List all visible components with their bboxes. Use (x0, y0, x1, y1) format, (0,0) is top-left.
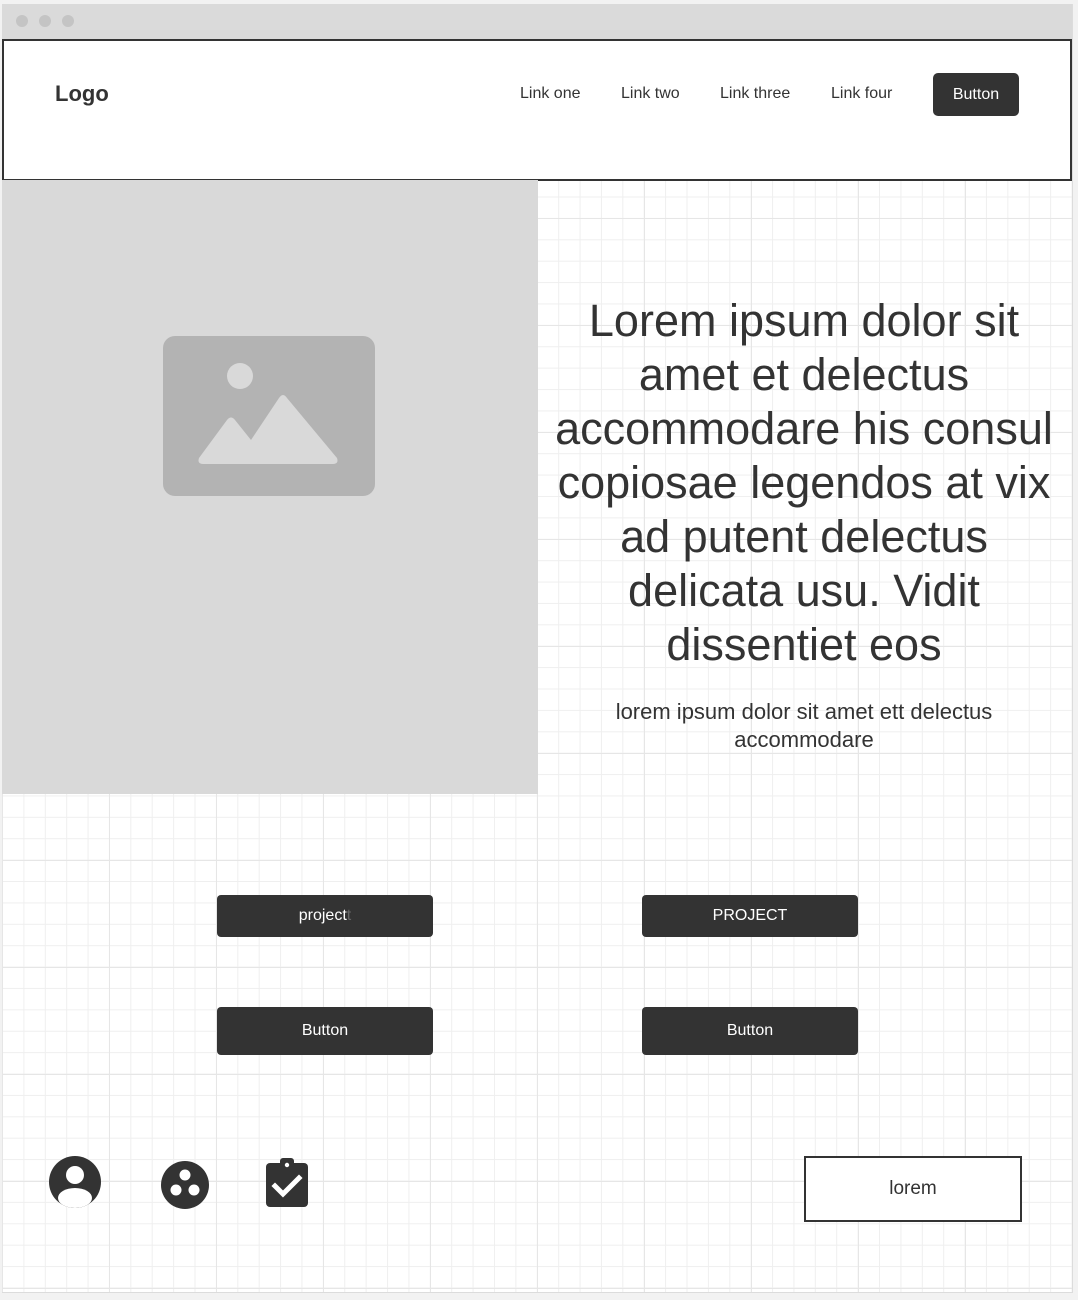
image-placeholder-icon (163, 336, 375, 496)
assignment-turned-in-icon[interactable] (264, 1157, 310, 1209)
nav-cta-button[interactable]: Button (933, 73, 1019, 116)
project-button-label: project (298, 907, 347, 924)
workspaces-icon[interactable] (160, 1160, 210, 1210)
lorem-outline-button[interactable]: lorem (804, 1156, 1022, 1222)
maximize-control-icon[interactable] (62, 15, 74, 27)
nav-link-four[interactable]: Link four (831, 85, 892, 103)
project-button-label-faint: t (346, 907, 352, 924)
account-circle-icon[interactable] (47, 1154, 103, 1210)
hero-image (2, 180, 538, 794)
navbar: Logo Link one Link two Link three Link f… (2, 39, 1072, 181)
project-button-lowercase[interactable]: project t (217, 895, 433, 937)
title-bar (2, 4, 1072, 40)
close-control-icon[interactable] (16, 15, 28, 27)
nav-link-two[interactable]: Link two (621, 85, 680, 103)
button-left[interactable]: Button (217, 1007, 433, 1055)
logo[interactable]: Logo (55, 81, 109, 107)
nav-link-three[interactable]: Link three (720, 85, 790, 103)
hero-headline: Lorem ipsum dolor sit amet et delectus a… (555, 295, 1053, 670)
hero-subtext: lorem ipsum dolor sit amet ett delectus … (615, 699, 993, 752)
browser-window: Logo Link one Link two Link three Link f… (2, 4, 1073, 1293)
project-button-uppercase[interactable]: PROJECT (642, 895, 858, 937)
nav-link-one[interactable]: Link one (520, 85, 581, 103)
minimize-control-icon[interactable] (39, 15, 51, 27)
button-right[interactable]: Button (642, 1007, 858, 1055)
